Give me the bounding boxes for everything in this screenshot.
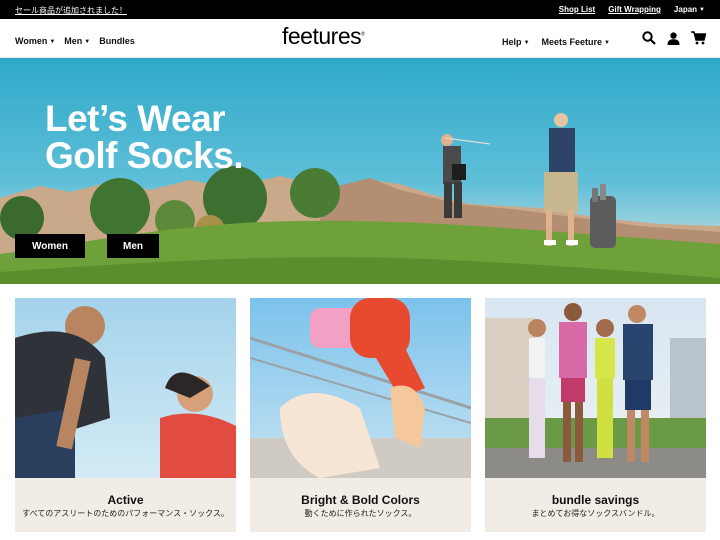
- active-category-image: [15, 298, 236, 478]
- main-nav: Women ▼ Men ▼ Bundles: [15, 36, 135, 46]
- nav-item-bundles[interactable]: Bundles: [99, 36, 135, 46]
- hero-headline: Let’s Wear Golf Socks.: [45, 98, 244, 176]
- category-card-bright-bold[interactable]: Bright & Bold Colors 動くために作られたソックス。: [250, 298, 471, 532]
- nav-item-help[interactable]: Help ▼: [502, 37, 529, 47]
- card-title: Active: [107, 493, 144, 507]
- nav-item-label: Bundles: [99, 36, 135, 46]
- shop-women-button[interactable]: Women: [15, 234, 85, 258]
- hero-headline-line: Let’s Wear: [45, 98, 226, 139]
- search-icon[interactable]: [642, 31, 656, 45]
- announcement-bar: セール商品が追加されました！ Shop List Gift Wrapping J…: [0, 0, 720, 19]
- secondary-nav: Help ▼ Meets Feeture ▼: [502, 37, 610, 47]
- country-label: Japan: [673, 5, 698, 14]
- country-selector[interactable]: Japan ▼: [674, 5, 705, 14]
- nav-item-label: Men: [64, 36, 83, 46]
- bright-bold-category-image: [250, 298, 471, 478]
- chevron-down-icon: ▼: [84, 39, 91, 45]
- announcement-link[interactable]: セール商品が追加されました！: [15, 5, 127, 16]
- shop-men-button[interactable]: Men: [107, 234, 159, 258]
- nav-item-label: Women: [15, 36, 48, 46]
- site-logo[interactable]: feetures®: [282, 23, 365, 50]
- card-title: bundle savings: [551, 493, 640, 507]
- chevron-down-icon: ▼: [49, 39, 56, 45]
- card-subtitle: まとめてお得なソックスバンドル。: [531, 509, 660, 518]
- utility-links: Shop List Gift Wrapping Japan ▼: [559, 5, 705, 14]
- nav-item-men[interactable]: Men ▼: [64, 36, 90, 46]
- registered-mark: ®: [361, 31, 365, 38]
- hero-headline-line: Golf Socks.: [45, 135, 244, 176]
- card-subtitle: 動くために作られたソックス。: [304, 509, 417, 518]
- nav-item-label: Help: [502, 37, 522, 47]
- hero-banner: Let’s Wear Golf Socks. Women Men: [0, 58, 720, 284]
- logo-text: feetures: [282, 23, 362, 49]
- bundle-savings-category-image: [485, 298, 706, 478]
- nav-item-women[interactable]: Women ▼: [15, 36, 55, 46]
- chevron-down-icon: ▼: [604, 40, 610, 46]
- cart-icon[interactable]: [691, 31, 706, 45]
- chevron-down-icon: ▼: [523, 40, 530, 46]
- category-card-active[interactable]: Active すべてのアスリートのためのパフォーマンス・ソックス。: [15, 298, 236, 532]
- shop-list-link[interactable]: Shop List: [559, 5, 595, 14]
- card-title: Bright & Bold Colors: [301, 493, 420, 507]
- site-header: Women ▼ Men ▼ Bundles feetures® Help ▼ Meet…: [0, 19, 720, 58]
- chevron-down-icon: ▼: [699, 7, 705, 13]
- nav-item-label: Meets Feeture: [541, 37, 603, 47]
- card-subtitle: すべてのアスリートのためのパフォーマンス・ソックス。: [22, 509, 229, 518]
- gift-wrapping-link[interactable]: Gift Wrapping: [608, 5, 661, 14]
- category-card-bundle-savings[interactable]: bundle savings まとめてお得なソックスバンドル。: [485, 298, 706, 532]
- account-icon[interactable]: [667, 31, 680, 45]
- nav-item-meets-feeture[interactable]: Meets Feeture ▼: [542, 37, 610, 47]
- header-icons: [642, 31, 706, 45]
